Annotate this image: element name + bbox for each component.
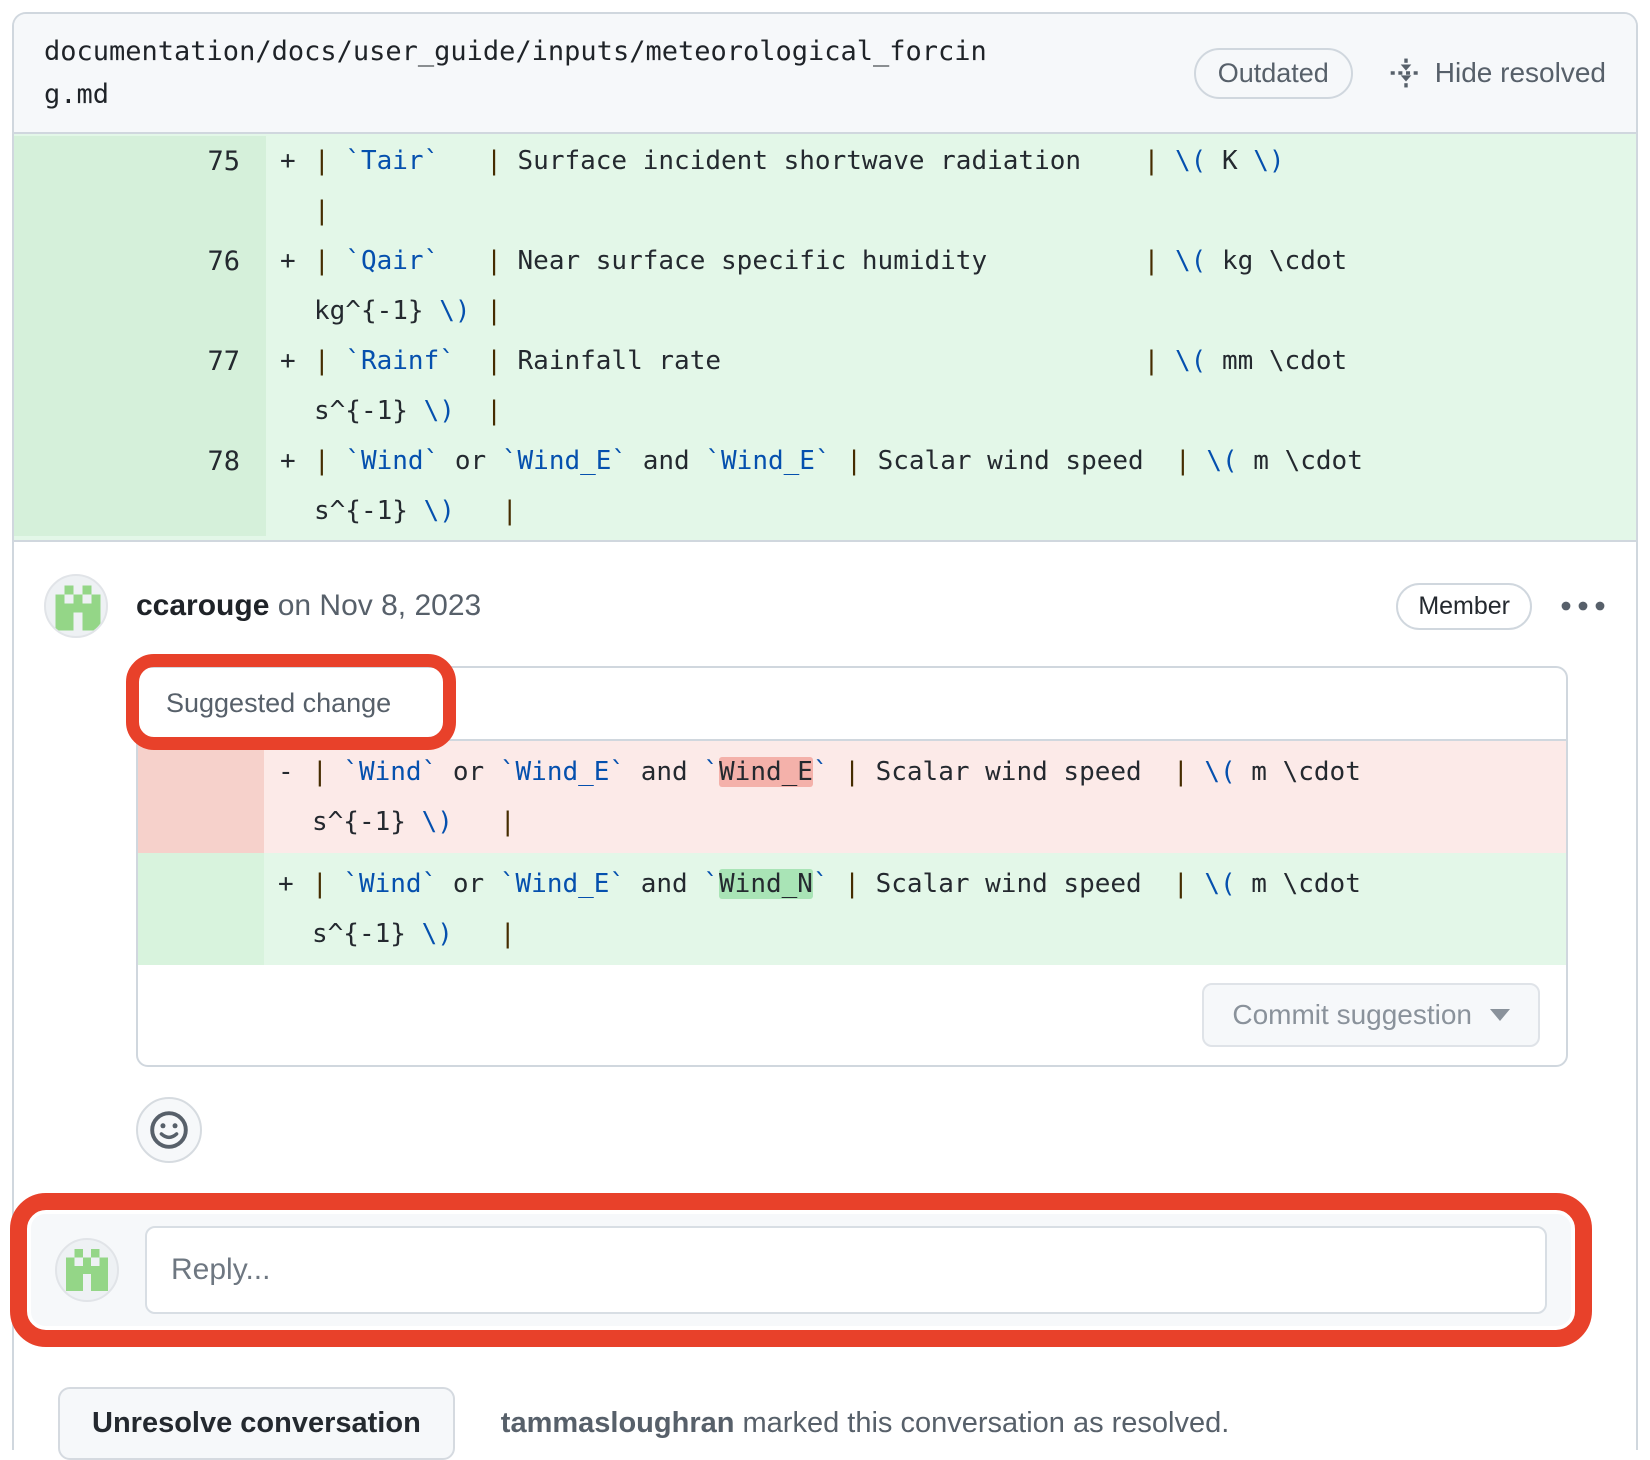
resolver-name[interactable]: tammasloughran [501,1407,735,1439]
commit-suggestion-button[interactable]: Commit suggestion [1202,983,1540,1047]
reply-input[interactable] [145,1226,1547,1314]
kebab-icon [1560,600,1606,612]
suggestion-deleted-line: -| `Wind` or `Wind_E` and `Wind_E` | Sca… [138,741,1566,853]
file-header-controls: Outdated Hide resolved [1194,48,1606,99]
resolved-status-text: tammasloughran marked this conversation … [501,1407,1230,1440]
file-path[interactable]: documentation/docs/user_guide/inputs/met… [44,30,1008,116]
diff-code-row: | [14,186,1636,236]
suggestion-code-row: s^{-1} \) | [264,909,1566,959]
reply-panel [31,1214,1571,1326]
suggestion-code-row: +| `Wind` or `Wind_E` and `Wind_N` | Sca… [264,859,1566,909]
diff-line-number: 76 [14,236,266,286]
diff-sign: + [266,446,314,476]
comment-header-right: Member [1396,583,1606,630]
diff-code: | `Wind` or `Wind_E` and `Wind_E` | Scal… [314,446,1363,476]
diff-line-number: 78 [14,436,266,486]
comment-section: ccarouge on Nov 8, 2023 Member [14,542,1636,1460]
annotation-reply-box [10,1193,1592,1347]
file-header: documentation/docs/user_guide/inputs/met… [14,14,1636,134]
diff-line-number: 75 [14,136,266,186]
suggested-change-title: Suggested change [138,668,1566,741]
diff-code: kg^{-1} \) | [314,296,502,326]
diff-sign: + [266,246,314,276]
diff-code-row: 75+| `Tair` | Surface incident shortwave… [14,136,1636,186]
comment-author[interactable]: ccarouge [136,589,269,622]
diff-line-number: 77 [14,336,266,386]
diff-code: s^{-1} \) | [314,496,518,526]
diff-code-row: kg^{-1} \) | [14,286,1636,336]
reply-avatar [55,1238,119,1302]
hide-resolved-label: Hide resolved [1435,57,1606,89]
resolved-text: marked this conversation as resolved. [734,1407,1229,1439]
diff-code: | `Qair` | Near surface specific humidit… [314,246,1347,276]
diff-code: | `Wind` or `Wind_E` and `Wind_N` | Scal… [312,869,1361,899]
diff-line-number [14,186,266,236]
suggestion-code-row: s^{-1} \) | [264,797,1566,847]
diff-code: s^{-1} \) | [312,807,516,837]
resolve-row: Unresolve conversation tammasloughran ma… [58,1387,1606,1460]
diff-code-row: 77+| `Rainf` | Rainfall rate | \( mm \cd… [14,336,1636,386]
diff-line-number [14,486,266,536]
comment-date: on Nov 8, 2023 [269,589,481,622]
hide-resolved-button[interactable]: Hide resolved [1389,56,1606,90]
diff-code: | `Tair` | Surface incident shortwave ra… [314,146,1285,176]
diff-line-number [14,286,266,336]
review-thread-card: documentation/docs/user_guide/inputs/met… [12,12,1638,1450]
diff-sign: - [264,757,312,787]
commit-suggestion-label: Commit suggestion [1232,999,1472,1031]
diff-code: | `Wind` or `Wind_E` and `Wind_E` | Scal… [312,757,1361,787]
chevron-down-icon [1490,1009,1510,1021]
fold-icon [1389,56,1423,90]
diff-code: s^{-1} \) | [314,396,502,426]
diff-line-number [14,386,266,436]
suggestion-added-gutter [138,853,264,965]
diff-code: | [314,196,330,226]
suggestion-footer: Commit suggestion [138,965,1566,1065]
comment-title: ccarouge on Nov 8, 2023 [136,589,481,623]
diff-view: 75+| `Tair` | Surface incident shortwave… [14,134,1636,542]
avatar[interactable] [44,574,108,638]
suggested-change-block: Suggested change -| `Wind` or `Wind_E` a… [136,666,1568,1067]
diff-sign: + [266,146,314,176]
diff-sign: + [266,346,314,376]
diff-code-row: s^{-1} \) | [14,386,1636,436]
diff-code-row: 76+| `Qair` | Near surface specific humi… [14,236,1636,286]
diff-code: | `Rainf` | Rainfall rate | \( mm \cdot [314,346,1347,376]
suggestion-deleted-gutter [138,741,264,853]
diff-code-row: 78+| `Wind` or `Wind_E` and `Wind_E` | S… [14,436,1636,486]
comment-header: ccarouge on Nov 8, 2023 Member [44,574,1606,638]
diff-code: s^{-1} \) | [312,919,516,949]
outdated-badge: Outdated [1194,48,1353,99]
diff-code-row: s^{-1} \) | [14,486,1636,536]
suggestion-code-row: -| `Wind` or `Wind_E` and `Wind_E` | Sca… [264,747,1566,797]
add-reaction-button[interactable] [136,1097,202,1163]
unresolve-conversation-button[interactable]: Unresolve conversation [58,1387,455,1460]
member-badge: Member [1396,583,1532,630]
diff-sign: + [264,869,312,899]
comment-options-button[interactable] [1560,600,1606,612]
smiley-icon [148,1109,190,1151]
suggestion-added-line: +| `Wind` or `Wind_E` and `Wind_N` | Sca… [138,853,1566,965]
